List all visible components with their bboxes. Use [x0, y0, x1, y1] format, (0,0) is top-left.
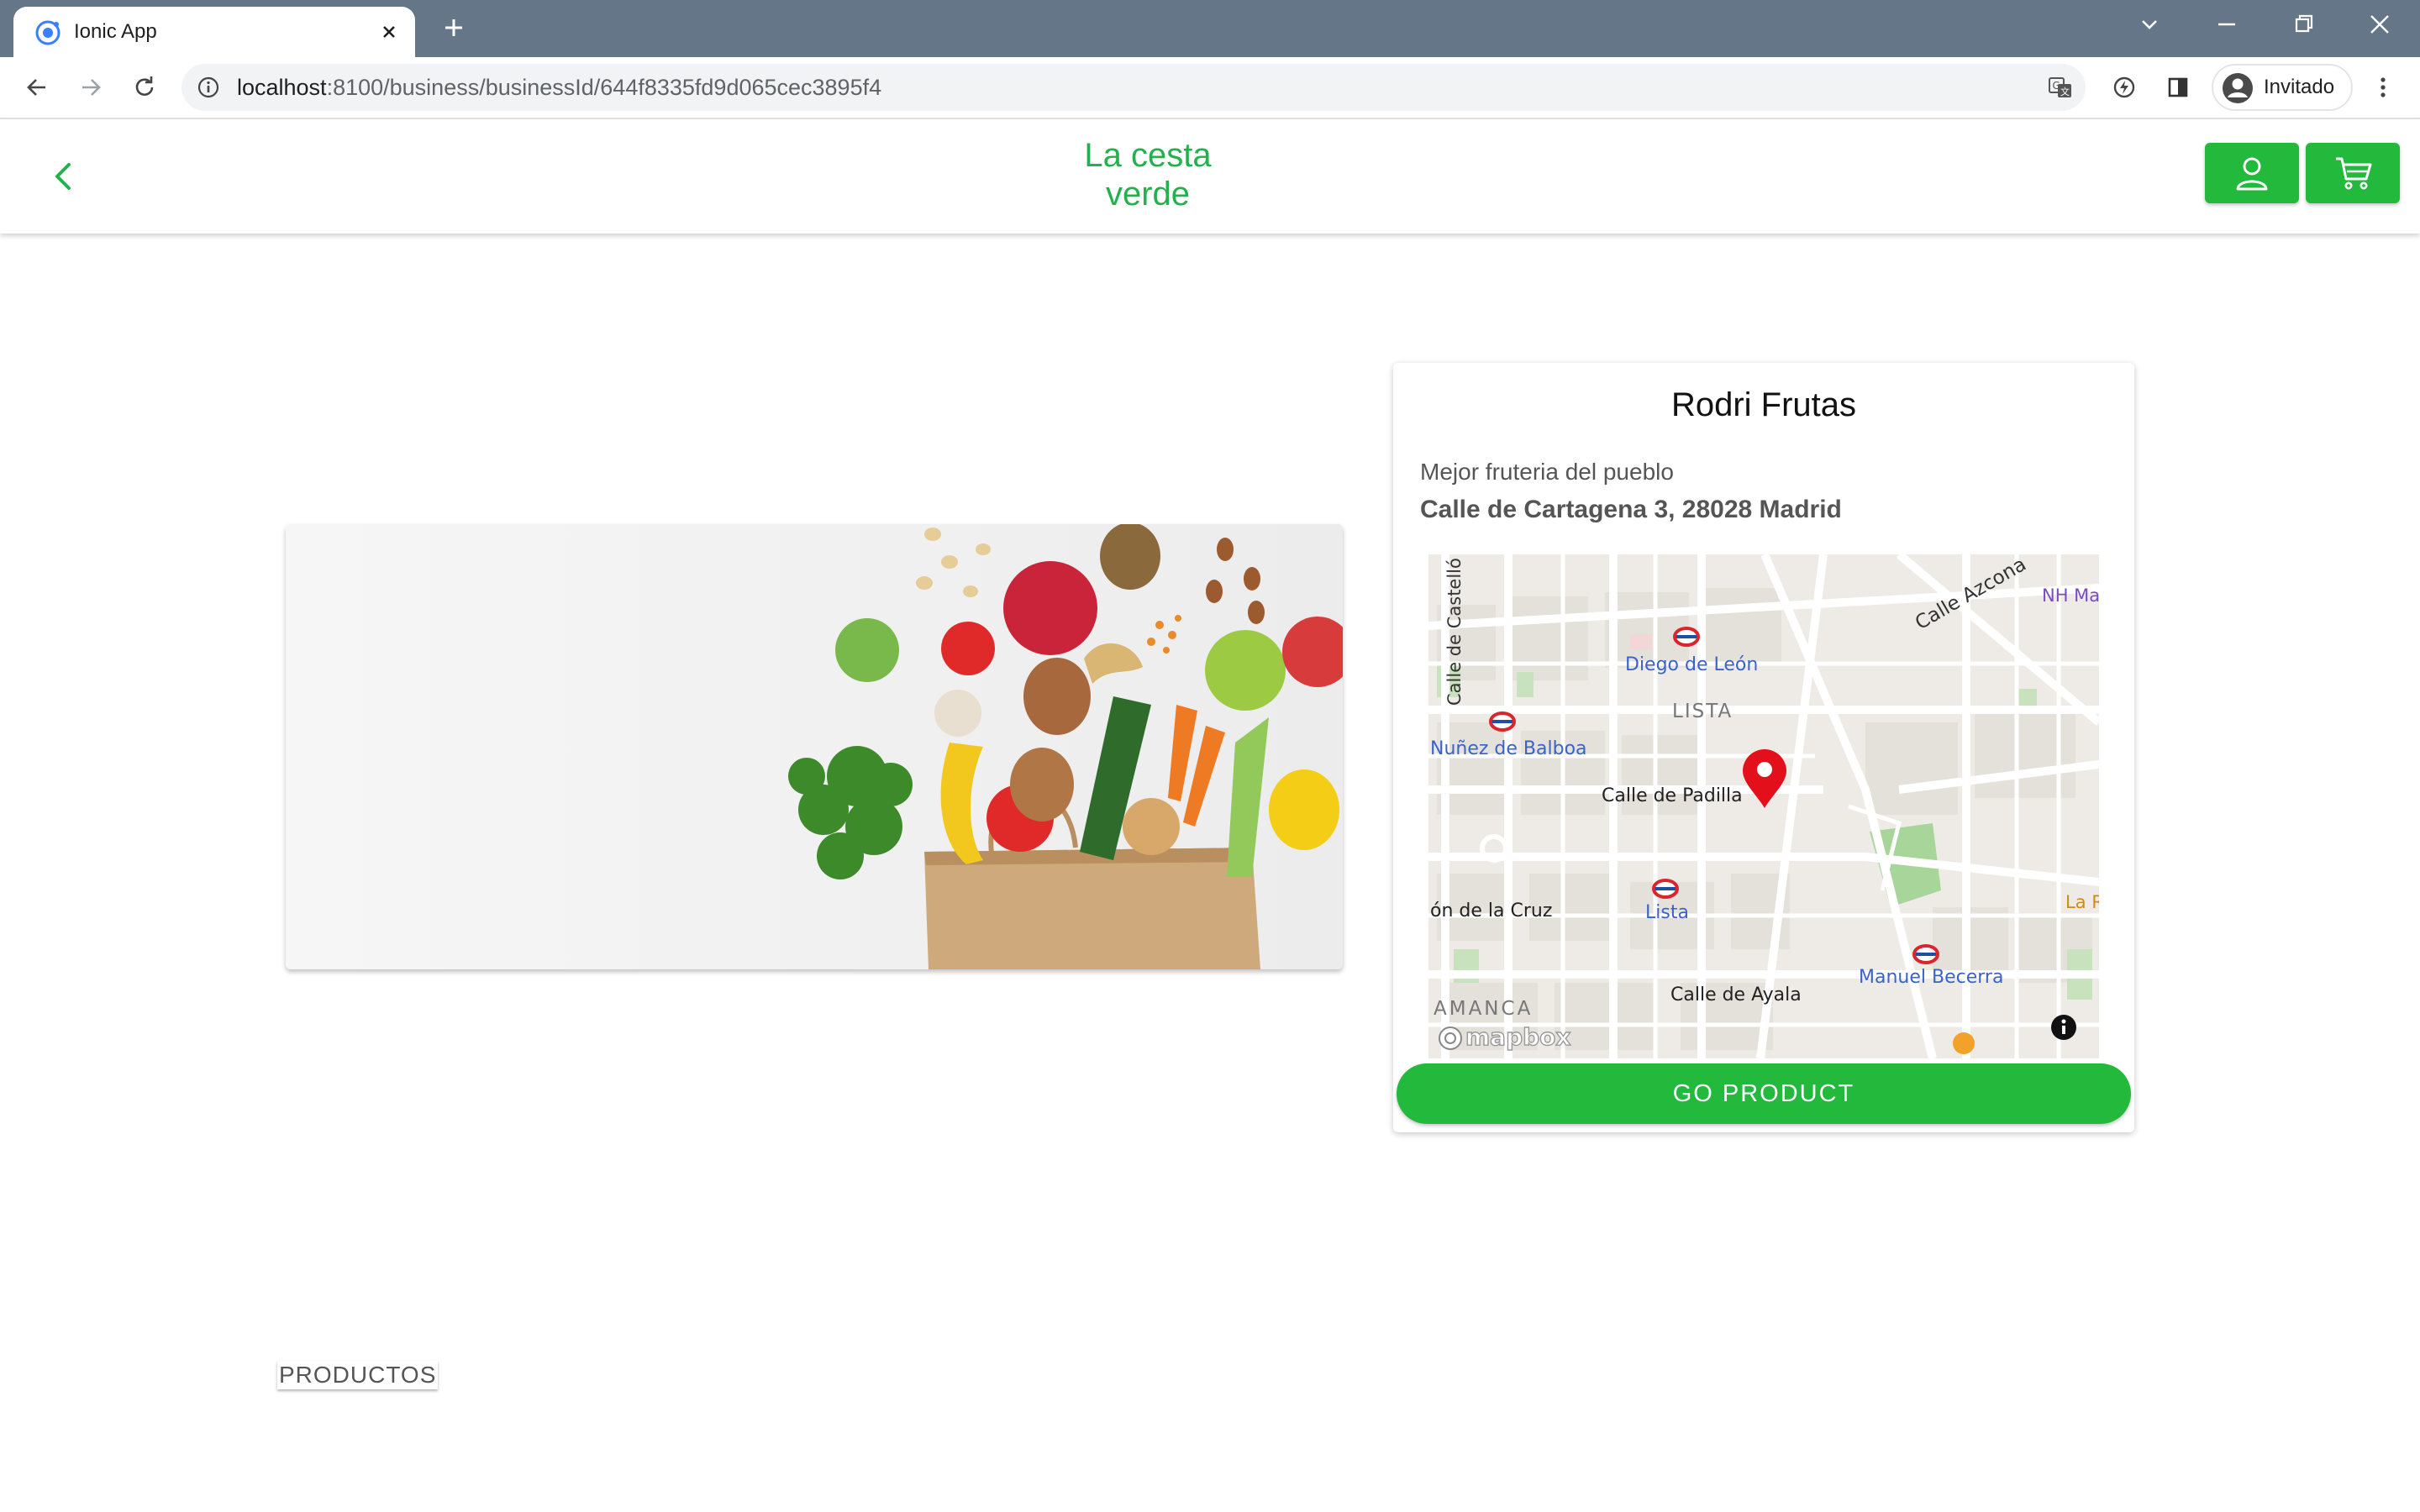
- map-label-castello: Calle de Castelló: [1444, 558, 1465, 706]
- minimize-icon[interactable]: [2193, 0, 2260, 49]
- app-title-line1: La cesta: [1084, 137, 1212, 174]
- ionic-icon: [35, 20, 60, 45]
- back-button[interactable]: [39, 151, 89, 202]
- cart-icon: [2336, 157, 2372, 190]
- extensions-icon[interactable]: [2102, 66, 2146, 109]
- avatar: [2223, 73, 2253, 103]
- business-description: Mejor fruteria del pueblo: [1420, 459, 1674, 485]
- reload-icon[interactable]: [123, 66, 166, 109]
- map-label-padilla: Calle de Padilla: [1602, 785, 1743, 806]
- productos-button[interactable]: PRODUCTOS: [277, 1361, 439, 1389]
- map-label-amanca: AMANCA: [1434, 998, 1533, 1020]
- map-label-manuel: Manuel Becerra: [1859, 967, 2003, 988]
- browser-toolbar: localhost:8100/business/businessId/644f8…: [0, 57, 2420, 119]
- user-icon: [2236, 157, 2268, 191]
- app-header: La cesta verde: [0, 119, 2420, 234]
- map-label-lar: La R: [2065, 892, 2099, 912]
- side-panel-icon[interactable]: [2156, 66, 2200, 109]
- back-arrow-icon[interactable]: [15, 66, 59, 109]
- business-name: Rodri Frutas: [1670, 386, 1857, 423]
- forward-arrow-icon[interactable]: [69, 66, 113, 109]
- close-window-icon[interactable]: [2346, 0, 2413, 49]
- address-bar[interactable]: localhost:8100/business/businessId/644f8…: [182, 64, 2086, 111]
- map-label-diego: Diego de León: [1625, 654, 1758, 675]
- profile-label: Invitado: [2264, 76, 2335, 98]
- svg-text:文: 文: [2060, 86, 2070, 97]
- app-title-line2: verde: [1105, 176, 1191, 213]
- map-label-lista: Lista: [1645, 902, 1689, 923]
- go-product-button[interactable]: GO PRODUCT: [1397, 1063, 2131, 1124]
- business-image: [286, 524, 1343, 969]
- cart-button[interactable]: [2306, 143, 2400, 203]
- app-title: La cesta verde: [1064, 136, 1232, 213]
- chevron-left-icon: [55, 163, 71, 190]
- new-tab-button[interactable]: [437, 11, 471, 45]
- tab-search-icon[interactable]: [2116, 0, 2183, 49]
- business-card: Rodri Frutas Mejor fruteria del pueblo C…: [1393, 363, 2134, 1132]
- site-info-icon[interactable]: [197, 76, 220, 99]
- map-label-nh: NH Ma: [2042, 585, 2099, 606]
- browser-tab-bar: Ionic App: [0, 0, 2420, 57]
- restaurant-icon: [1953, 1032, 1975, 1054]
- profile-button[interactable]: Invitado: [2212, 64, 2353, 111]
- svg-text:mapbox: mapbox: [1465, 1023, 1570, 1051]
- url-text: localhost:8100/business/businessId/644f8…: [237, 75, 882, 100]
- translate-icon[interactable]: G 文: [2047, 74, 2074, 101]
- profile-nav-button[interactable]: [2205, 143, 2299, 203]
- map-label-nunez: Nuñez de Balboa: [1430, 738, 1587, 759]
- map-label-cruz: ón de la Cruz: [1430, 900, 1552, 921]
- browser-tab[interactable]: Ionic App: [13, 7, 415, 57]
- restore-icon[interactable]: [2270, 0, 2338, 49]
- business-address: Calle de Cartagena 3, 28028 Madrid: [1420, 496, 1842, 523]
- map-label-lista-area: LISTA: [1672, 701, 1733, 722]
- map[interactable]: Calle de Castelló Calle Azcona NH Ma Die…: [1428, 554, 2099, 1058]
- info-icon[interactable]: [2051, 1015, 2076, 1040]
- tab-close-icon[interactable]: [375, 18, 403, 46]
- tab-title: Ionic App: [74, 20, 157, 43]
- browser-menu-icon[interactable]: [2361, 66, 2405, 109]
- map-label-ayala: Calle de Ayala: [1670, 984, 1802, 1005]
